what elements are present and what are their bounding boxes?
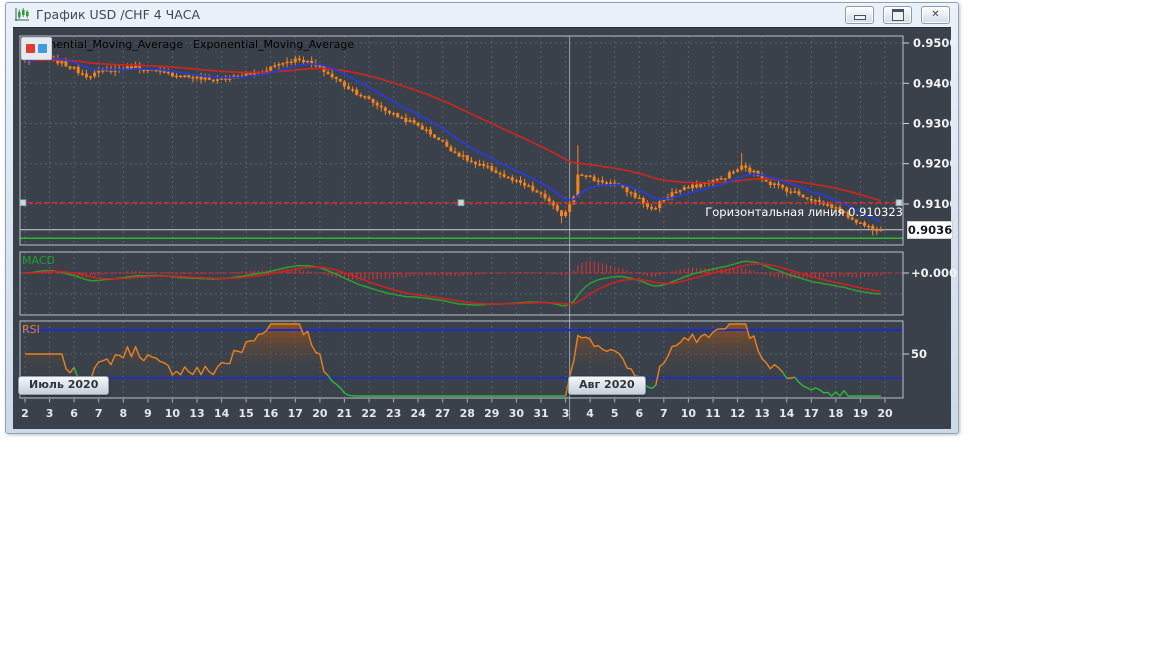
svg-text:16: 16 — [263, 407, 279, 420]
svg-text:21: 21 — [337, 407, 352, 420]
svg-text:20: 20 — [877, 407, 893, 420]
svg-text:5: 5 — [611, 407, 619, 420]
svg-text:10: 10 — [165, 407, 181, 420]
svg-text:18: 18 — [828, 407, 843, 420]
svg-text:13: 13 — [189, 407, 204, 420]
svg-text:6: 6 — [635, 407, 643, 420]
svg-text:2: 2 — [21, 407, 29, 420]
svg-text:12: 12 — [730, 407, 745, 420]
svg-text:14: 14 — [779, 407, 795, 420]
svg-text:30: 30 — [509, 407, 525, 420]
macd-panel-label: MACD — [22, 254, 55, 267]
maximize-icon — [891, 8, 904, 21]
blue-square-icon[interactable] — [38, 44, 47, 53]
svg-text:8: 8 — [119, 407, 127, 420]
svg-text:13: 13 — [754, 407, 769, 420]
chart-canvas[interactable]: 2 3 6 7 8 9 10 13 14 15 16 17 20 21 22 23 24 27 28 29 30 31 3 4… — [13, 28, 951, 429]
rsi-axis-label: 50 — [911, 347, 928, 361]
horizontal-line-annotation[interactable]: Горизонтальная линия 0.910323 — [705, 205, 903, 219]
titlebar[interactable]: График USD /CHF 4 ЧАСА ✕ — [6, 3, 958, 26]
month-label-august: Авг 2020 — [568, 376, 646, 395]
object-buttons-chip[interactable] — [21, 37, 52, 60]
svg-text:24: 24 — [410, 407, 426, 420]
svg-text:15: 15 — [238, 407, 253, 420]
svg-text:11: 11 — [705, 407, 720, 420]
maximize-button[interactable] — [883, 5, 912, 24]
svg-text:6: 6 — [70, 407, 78, 420]
svg-text:0.9100: 0.9100 — [913, 197, 951, 211]
svg-text:0.9300: 0.9300 — [913, 117, 951, 131]
svg-text:0.9400: 0.9400 — [913, 76, 951, 90]
svg-text:7: 7 — [95, 407, 103, 420]
svg-text:3: 3 — [46, 407, 54, 420]
svg-text:10: 10 — [681, 407, 697, 420]
svg-text:0.9500: 0.9500 — [913, 36, 951, 50]
current-price-badge: 0.9036 — [907, 221, 953, 239]
chart-window: График USD /CHF 4 ЧАСА ✕ 2 3 6 7 8 9 10 13 14 15 1… — [5, 2, 959, 434]
close-button[interactable]: ✕ — [921, 5, 950, 24]
svg-text:4: 4 — [586, 407, 594, 420]
svg-text:22: 22 — [361, 407, 376, 420]
svg-text:19: 19 — [853, 407, 868, 420]
macd-axis-label: +0.000 — [911, 266, 958, 280]
red-square-icon[interactable] — [26, 44, 35, 53]
rsi-panel-label: RSI — [22, 323, 40, 336]
month-label-july: Июль 2020 — [18, 376, 110, 395]
svg-text:31: 31 — [533, 407, 548, 420]
minimize-icon — [853, 15, 866, 20]
svg-text:27: 27 — [435, 407, 450, 420]
chart-client-area: 2 3 6 7 8 9 10 13 14 15 16 17 20 21 22 23 24 27 28 29 30 31 3 4… — [13, 27, 957, 429]
close-icon: ✕ — [931, 8, 940, 20]
svg-text:23: 23 — [386, 407, 401, 420]
svg-text:20: 20 — [312, 407, 328, 420]
svg-text:29: 29 — [484, 407, 499, 420]
svg-text:14: 14 — [214, 407, 230, 420]
svg-text:17: 17 — [288, 407, 303, 420]
desktop: { "window": { "title": "График USD /CHF … — [0, 0, 1152, 648]
legend-ema-red-label: Exponential_Moving_Average — [193, 38, 354, 51]
svg-text:9: 9 — [144, 407, 152, 420]
svg-text:17: 17 — [804, 407, 819, 420]
svg-text:7: 7 — [660, 407, 668, 420]
svg-text:0.9200: 0.9200 — [913, 157, 951, 171]
window-title: График USD /CHF 4 ЧАСА — [36, 7, 201, 22]
svg-text:28: 28 — [460, 407, 475, 420]
svg-text:3: 3 — [562, 407, 570, 420]
chart-app-icon — [14, 7, 30, 22]
minimize-button[interactable] — [845, 5, 874, 24]
